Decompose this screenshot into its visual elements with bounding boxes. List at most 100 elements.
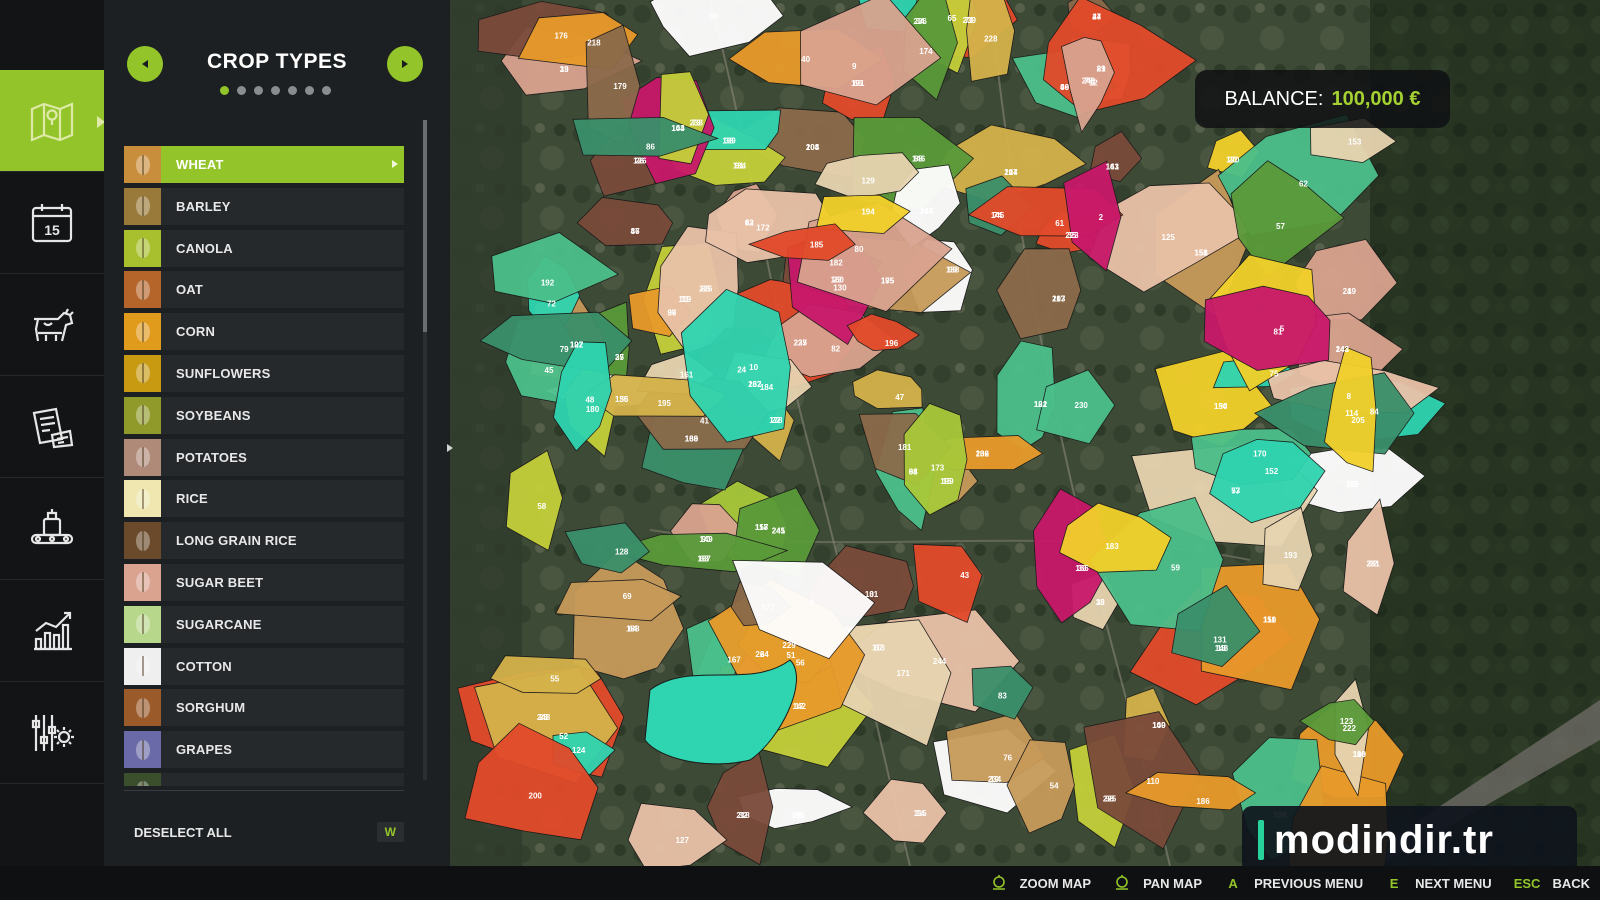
next-page-button[interactable] — [387, 46, 423, 82]
deselect-key-badge: W — [376, 822, 404, 842]
map-canvas[interactable]: 1512141081132492241011022022372231910095… — [450, 0, 1600, 866]
watermark-bar — [1258, 820, 1264, 860]
rail-item-production[interactable] — [0, 478, 104, 580]
field-number-label: 36 — [667, 309, 676, 318]
field-number-label: 151 — [1194, 248, 1208, 257]
expand-panel-arrow[interactable] — [447, 444, 453, 452]
field-number-label: 30 — [1078, 564, 1087, 573]
input-help-bar: ZOOM MAP PAN MAP A PREVIOUS MENU E NEXT MENU E… — [0, 866, 1600, 900]
deselect-all-button[interactable]: DESELECT ALL W — [124, 820, 404, 844]
field-number-label: 205 — [1351, 416, 1365, 425]
help-pan-map: PAN MAP — [1113, 874, 1202, 892]
crop-row-corn[interactable]: CORN — [124, 313, 404, 351]
page-dot[interactable] — [288, 86, 297, 95]
page-dot[interactable] — [220, 86, 229, 95]
page-dot[interactable] — [305, 86, 314, 95]
field-number-label: 244 — [933, 657, 947, 666]
rail-item-statistics[interactable] — [0, 580, 104, 682]
scrollbar-thumb[interactable] — [423, 120, 427, 332]
crop-list-scrollbar[interactable] — [423, 120, 427, 780]
crop-label: RICE — [176, 491, 208, 507]
field-number-label: 60 — [709, 12, 718, 21]
rail-item-animals[interactable] — [0, 274, 104, 376]
field-number-label: 48 — [585, 395, 594, 404]
field-number-label: 237 — [748, 380, 762, 389]
field-number-label: 46 — [631, 227, 640, 236]
page-dot[interactable] — [322, 86, 331, 95]
crop-icon — [124, 229, 161, 267]
crop-row-long-grain-rice[interactable]: LONG GRAIN RICE — [124, 522, 404, 560]
help-back: ESC BACK — [1514, 876, 1590, 891]
field-number-label: 45 — [545, 366, 554, 375]
field-number-label: 148 — [1215, 644, 1229, 653]
field-number-label: 135 — [615, 395, 629, 404]
crop-icon — [124, 731, 161, 769]
key-hint: A — [1228, 875, 1238, 891]
crop-icon — [124, 146, 161, 183]
field-number-label: 185 — [810, 240, 824, 249]
field-number-label: 42 — [745, 219, 754, 228]
crop-row-sorghum[interactable]: SORGHUM — [124, 689, 404, 727]
field-number-label: 234 — [988, 775, 1002, 784]
watermark-text: modindir.tr — [1274, 817, 1494, 862]
previous-page-button[interactable] — [127, 46, 163, 82]
crop-label: COTTON — [176, 658, 232, 674]
field-number-label: 230 — [1075, 401, 1089, 410]
help-text: PREVIOUS MENU — [1254, 875, 1364, 891]
rail-item-calendar[interactable]: 15 — [0, 172, 104, 274]
crop-row-wheat[interactable]: WHEAT — [124, 146, 404, 183]
field-number-label: 116 — [1353, 750, 1366, 759]
field-number-label: 40 — [801, 55, 810, 64]
field-number-label: 21 — [1097, 64, 1106, 73]
crop-icon — [124, 647, 161, 685]
field-number-label: 28 — [539, 713, 548, 722]
production-icon — [30, 508, 74, 544]
field-number-label: 4 — [810, 599, 815, 608]
field-number-label: 142 — [793, 702, 807, 711]
field-number-label: 52 — [559, 732, 568, 741]
field-number-label: 2 — [1099, 213, 1104, 222]
crop-row-grapes[interactable]: GRAPES — [124, 731, 404, 769]
farm-map[interactable]: 15 12 14 108 113 249 224 101 102 20 22 37 223 19 100 95… — [450, 0, 1600, 866]
field-number-label: 117 — [1052, 294, 1065, 303]
controller-stick-icon — [990, 874, 1008, 892]
crop-row-sunflowers[interactable]: SUNFLOWERS — [124, 354, 404, 392]
crop-row-olives[interactable]: OLIVES — [124, 772, 404, 786]
field-number-label: 9 — [852, 62, 857, 71]
crop-label: SUGAR BEET — [176, 574, 264, 590]
field-number-label: 153 — [1348, 137, 1362, 146]
rail-item-settings[interactable] — [0, 682, 104, 784]
field-number-label: 194 — [861, 207, 875, 216]
field-number-label: 238 — [690, 119, 704, 128]
help-text: PAN MAP — [1143, 875, 1203, 891]
crop-row-sugarcane[interactable]: SUGARCANE — [124, 605, 404, 643]
page-dot[interactable] — [237, 86, 246, 95]
help-previous-menu: A PREVIOUS MENU — [1224, 876, 1363, 891]
rail-item-map[interactable] — [0, 70, 105, 172]
field-number-label: 150 — [1263, 615, 1277, 624]
crop-row-soybeans[interactable]: SOYBEANS — [124, 396, 404, 434]
field-number-label: 55 — [550, 675, 559, 684]
crop-row-oat[interactable]: OAT — [124, 271, 404, 309]
crop-row-cotton[interactable]: COTTON — [124, 647, 404, 685]
help-text: NEXT MENU — [1415, 875, 1492, 891]
crop-row-rice[interactable]: RICE — [124, 480, 404, 518]
field-number-label: 129 — [862, 176, 876, 185]
settings-icon — [31, 714, 74, 751]
crop-row-sugar-beet[interactable]: SUGAR BEET — [124, 563, 404, 601]
crop-label: OLIVES — [176, 784, 225, 786]
help-zoom-map: ZOOM MAP — [990, 874, 1091, 892]
crop-row-potatoes[interactable]: POTATOES — [124, 438, 404, 476]
page-dot[interactable] — [271, 86, 280, 95]
crop-row-canola[interactable]: CANOLA — [124, 229, 404, 267]
field-number-label: 82 — [831, 345, 840, 354]
field-number-label: 144 — [671, 124, 685, 133]
field-number-label: 75 — [1270, 369, 1279, 378]
field-number-label: 229 — [782, 641, 796, 650]
field-number-label: 149 — [699, 535, 713, 544]
crop-row-barley[interactable]: BARLEY — [124, 187, 404, 225]
field-number-label: 143 — [1336, 345, 1350, 354]
field-number-label: 33 — [1096, 598, 1105, 607]
rail-item-contracts[interactable] — [0, 376, 104, 478]
page-dot[interactable] — [254, 86, 263, 95]
